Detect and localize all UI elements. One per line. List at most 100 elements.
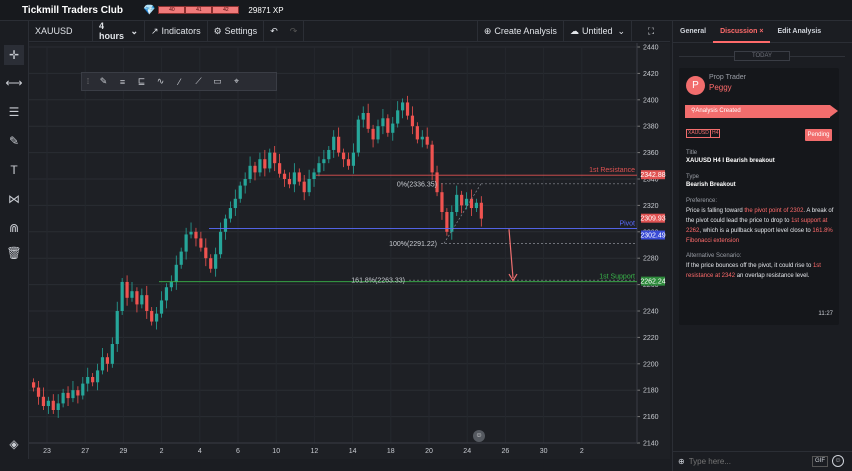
trendline-icon[interactable]: ⁄: [170, 77, 189, 87]
candle-body: [179, 251, 183, 265]
candle-body: [66, 392, 70, 399]
indicators-icon: ↗: [151, 25, 159, 36]
candle-body: [125, 281, 129, 298]
floating-drawing-toolbar: ⁞ ✎ ≡ ⊑ ∿ ⁄ ⟋ ▭ ⌖: [81, 72, 277, 91]
price-tag-label: 2262.24: [640, 279, 665, 286]
crosshair-tool[interactable]: ✛: [4, 45, 24, 65]
line-tool[interactable]: ⟷: [4, 73, 24, 93]
panel-tabs: General Discussion × Edit Analysis: [673, 21, 852, 43]
price-chart[interactable]: 2440242024002380236023402320230022802260…: [29, 43, 670, 459]
candle-body: [110, 344, 114, 364]
add-icon[interactable]: ⊕: [678, 457, 685, 466]
candle-body: [164, 287, 169, 301]
pattern-tool[interactable]: ⋈: [4, 189, 24, 209]
interval-selector[interactable]: 4 hours ⌄: [93, 20, 145, 42]
level-label: 1st Resistance: [589, 167, 635, 174]
y-tick-label: 2220: [643, 335, 659, 342]
settings-button[interactable]: ⚙ Settings: [208, 20, 265, 42]
tab-general[interactable]: General: [673, 21, 713, 43]
gear-icon: ⚙: [213, 25, 222, 36]
y-tick-label: 2180: [643, 388, 659, 395]
candle-body: [460, 194, 464, 206]
price-tag-label: 2302.49: [640, 233, 665, 240]
app-root: Tickmill Traders Club 💎 40 41 42 29871 X…: [0, 0, 852, 471]
symbol-selector[interactable]: XAUUSD: [29, 20, 93, 42]
x-tick-label: 10: [272, 448, 280, 455]
candle-body: [159, 300, 164, 314]
layout-label: Untitled: [581, 26, 613, 36]
candle-body: [337, 136, 341, 153]
rectangle-icon[interactable]: ▭: [208, 76, 227, 87]
avatar[interactable]: P: [686, 76, 705, 95]
candle-body: [386, 118, 390, 133]
y-tick-label: 2400: [643, 97, 659, 104]
candle-body: [61, 392, 65, 404]
ray-icon[interactable]: ⟋: [189, 76, 208, 87]
candle-body: [307, 179, 311, 193]
status-badge: Pending: [805, 129, 832, 141]
candle-body: [356, 119, 360, 153]
candle-body: [169, 281, 173, 288]
layers-tool[interactable]: ◈: [4, 434, 24, 454]
user-name[interactable]: Peggy: [709, 83, 732, 92]
brush-tool[interactable]: ✎: [4, 131, 24, 151]
symbol-tag: XAUUSD: [686, 129, 711, 138]
candle-body: [430, 144, 434, 173]
magnet-tool[interactable]: ⋒: [4, 218, 24, 238]
text-tool[interactable]: T: [4, 160, 24, 180]
pen-icon[interactable]: ✎: [94, 76, 113, 87]
candle-body: [76, 390, 80, 396]
redo-button[interactable]: ↷: [284, 20, 305, 42]
undo-icon: ↶: [270, 25, 278, 36]
x-tick-label: 30: [540, 448, 548, 455]
type-label: Type: [686, 174, 700, 180]
delete-tool[interactable]: 🗑: [4, 243, 24, 263]
candle-body: [140, 295, 144, 305]
interval-label: 4 hours: [99, 21, 125, 41]
close-icon[interactable]: ×: [759, 28, 763, 35]
redo-icon: ↷: [289, 25, 298, 36]
candle-body: [199, 238, 203, 248]
gif-button[interactable]: GIF: [812, 456, 828, 467]
emoji-icon[interactable]: ☺: [832, 455, 844, 467]
crosshair-icon[interactable]: ⌖: [227, 76, 246, 87]
fullscreen-button[interactable]: ⛶: [632, 21, 670, 42]
message-input[interactable]: [688, 457, 809, 466]
candle-body: [292, 172, 296, 185]
undo-button[interactable]: ↶: [264, 21, 284, 42]
drag-handle-icon[interactable]: ⁞: [82, 77, 94, 86]
indicators-label: Indicators: [161, 26, 201, 36]
fullscreen-icon: ⛶: [647, 25, 655, 36]
tab-edit-analysis[interactable]: Edit Analysis: [770, 21, 828, 43]
xp-level: 42: [212, 6, 240, 14]
fib-diagonal: [443, 183, 482, 244]
candle-body: [346, 159, 351, 166]
emoji-icon[interactable]: ☺: [473, 430, 485, 442]
candle-body: [223, 218, 228, 232]
fib-icon[interactable]: ≡: [113, 77, 132, 87]
x-tick-label: 23: [43, 448, 51, 455]
candle-body: [312, 172, 316, 179]
fib-extension-icon[interactable]: ⊑: [132, 76, 151, 87]
candle-body: [130, 291, 134, 298]
candle-body: [95, 370, 100, 383]
tab-discussion-label: Discussion: [720, 27, 758, 35]
candle-body: [278, 163, 282, 174]
candle-body: [214, 254, 218, 269]
path-icon[interactable]: ∿: [151, 76, 170, 87]
cloud-check-icon: ☁: [569, 25, 579, 36]
candle-body: [91, 377, 95, 383]
candle-body: [302, 181, 306, 193]
create-analysis-button[interactable]: ⊕ Create Analysis: [476, 20, 564, 42]
divider: [679, 56, 734, 57]
layout-selector[interactable]: ☁ Untitled ⌄: [564, 20, 632, 42]
chevron-down-icon: ⌄: [130, 25, 138, 36]
app-title: Tickmill Traders Club: [22, 4, 123, 16]
channel-tool[interactable]: ☰: [4, 102, 24, 122]
text-segment: If the price bounces off the pivot, it c…: [686, 263, 813, 269]
text-segment: Price is falling toward: [686, 208, 745, 214]
analysis-created-banner: ⚲Analysis Created: [685, 105, 838, 118]
level-label: Pivot: [619, 221, 635, 228]
tab-discussion[interactable]: Discussion ×: [713, 21, 771, 43]
indicators-button[interactable]: ↗ Indicators: [145, 20, 208, 42]
